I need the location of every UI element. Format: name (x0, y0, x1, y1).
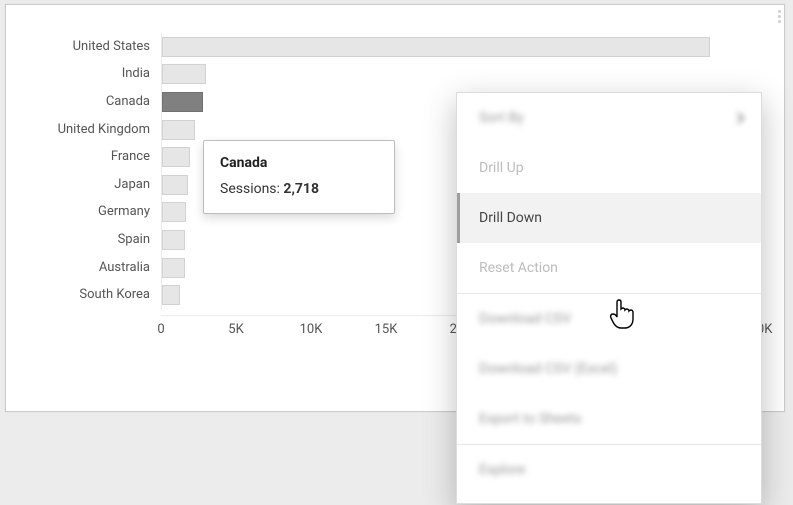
context-menu: Sort By Drill Up Drill Down Reset Action Dow… (456, 92, 762, 504)
tooltip-title: Canada (220, 155, 378, 171)
menu-item-label: Export to Sheets (479, 411, 581, 427)
chart-bar[interactable] (162, 37, 710, 57)
chart-bar[interactable] (162, 258, 185, 278)
x-axis-tick-label: 0 (157, 322, 164, 337)
y-axis-category-label: India (122, 64, 150, 84)
menu-item-label: Drill Down (479, 210, 542, 226)
y-axis-category-label: United Kingdom (58, 120, 150, 140)
chart-bar[interactable] (162, 120, 195, 140)
x-axis-tick-label: 15K (375, 322, 398, 337)
menu-item-download-csv[interactable]: Download CSV (457, 294, 761, 344)
tooltip-value: 2,718 (283, 181, 319, 197)
tooltip-metric-label: Sessions: (220, 181, 280, 197)
more-options-button[interactable] (770, 7, 788, 25)
menu-item-label: Download CSV (Excel) (479, 361, 617, 377)
menu-item-label: Drill Up (479, 160, 524, 176)
y-axis-category-label: Germany (98, 202, 150, 222)
menu-item-download-csv-excel[interactable]: Download CSV (Excel) (457, 344, 761, 394)
menu-item-export-to-sheets[interactable]: Export to Sheets (457, 394, 761, 444)
menu-item-label: Explore (479, 462, 525, 478)
menu-item-label: Reset Action (479, 260, 558, 276)
chart-bar[interactable] (162, 92, 203, 112)
chart-bar[interactable] (162, 175, 188, 195)
tooltip-row: Sessions: 2,718 (220, 181, 378, 197)
chart-bar[interactable] (162, 285, 180, 305)
menu-item-drill-down[interactable]: Drill Down (457, 193, 761, 243)
y-axis-category-label: Spain (118, 230, 150, 250)
chevron-right-icon (737, 112, 745, 124)
y-axis-labels: United States India Canada United Kingdom Fr… (6, 33, 158, 349)
y-axis-category-label: Canada (106, 92, 150, 112)
y-axis-category-label: Japan (114, 175, 150, 195)
chart-tooltip: Canada Sessions: 2,718 (203, 140, 395, 214)
y-axis-category-label: France (111, 147, 150, 167)
menu-item-label: Sort By (479, 110, 524, 126)
chart-bar[interactable] (162, 147, 190, 167)
menu-item-label: Download CSV (479, 311, 571, 327)
y-axis-category-label: Australia (99, 258, 150, 278)
x-axis-tick-label: 5K (228, 322, 243, 337)
menu-item-reset-action: Reset Action (457, 243, 761, 293)
menu-item-explore[interactable]: Explore (457, 445, 761, 495)
x-axis-tick-label: 10K (300, 322, 323, 337)
chart-bar[interactable] (162, 64, 206, 84)
y-axis-category-label: South Korea (79, 285, 150, 305)
menu-item-drill-up: Drill Up (457, 143, 761, 193)
chart-bar[interactable] (162, 202, 186, 222)
y-axis-category-label: United States (73, 37, 150, 57)
chart-bar[interactable] (162, 230, 185, 250)
menu-item-sort-by[interactable]: Sort By (457, 93, 761, 143)
